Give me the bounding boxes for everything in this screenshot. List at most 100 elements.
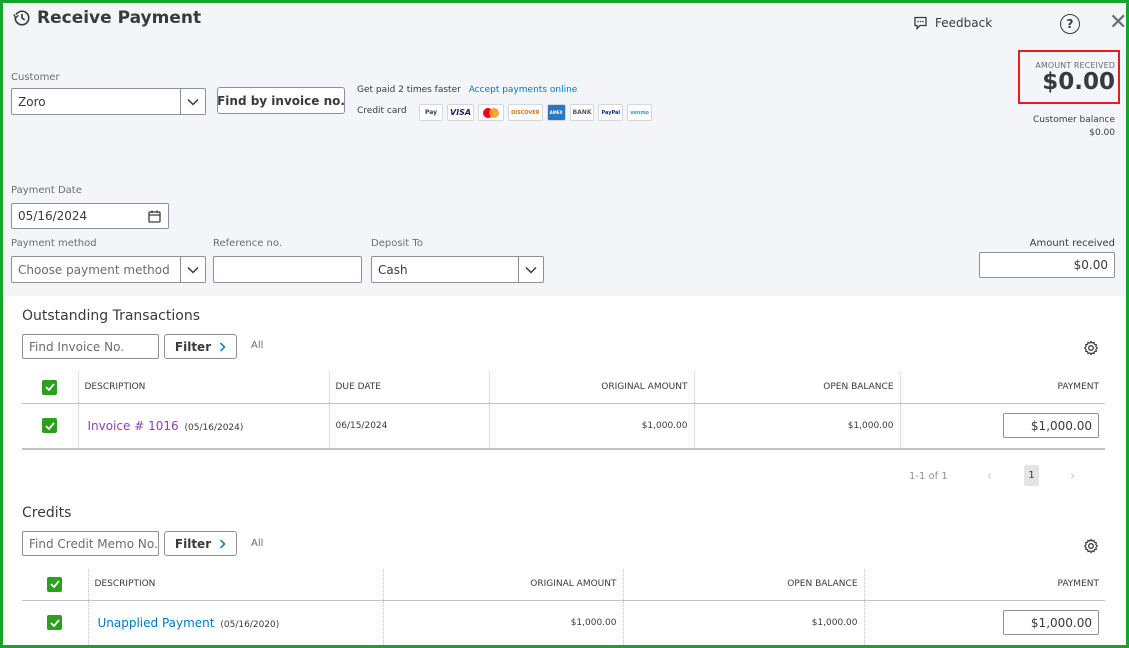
credits-filter-button[interactable]: Filter [164, 531, 237, 556]
outstanding-header-row: DESCRIPTION DUE DATE ORIGINAL AMOUNT OPE… [22, 372, 1105, 404]
pager-page-button[interactable]: 1 [1024, 465, 1039, 486]
help-icon[interactable]: ? [1060, 14, 1080, 34]
credits-select-all-checkbox[interactable] [47, 576, 63, 592]
credit-card-label: Credit card [357, 106, 407, 116]
col-description[interactable]: DESCRIPTION [78, 372, 330, 404]
description-cell: Invoice # 1016 (05/16/2024) [78, 403, 330, 450]
credit-row-select-cell [22, 600, 89, 645]
amount-received-summary: AMOUNT RECEIVED $0.00 [1018, 50, 1120, 104]
bank-icon: BANK [569, 104, 595, 121]
pager-range: 1-1 of 1 [909, 471, 948, 482]
credits-col-description[interactable]: DESCRIPTION [88, 569, 384, 601]
amex-icon: AMEX [546, 104, 566, 121]
find-invoice-placeholder: Find Invoice No. [29, 339, 125, 354]
accept-payments-link[interactable]: Accept payments online [469, 85, 578, 95]
find-invoice-input[interactable]: Find Invoice No. [22, 334, 159, 359]
open-balance-cell: $1,000.00 [694, 403, 901, 450]
payment-input[interactable]: $1,000.00 [1003, 413, 1099, 439]
amount-received-input-value: $0.00 [1073, 258, 1108, 272]
customer-value: Zoro [18, 94, 46, 109]
credits-table: DESCRIPTION ORIGINAL AMOUNT OPEN BALANCE… [22, 569, 1105, 645]
col-original-amount[interactable]: ORIGINAL AMOUNT [489, 372, 695, 404]
visa-icon: VISA [447, 104, 475, 121]
row-checkbox[interactable] [42, 418, 58, 434]
payment-cell: $1,000.00 [900, 403, 1105, 450]
table-row: Invoice # 1016 (05/16/2024) 06/15/2024 $… [22, 403, 1105, 450]
feedback-label: Feedback [935, 16, 993, 30]
payment-date-label: Payment Date [11, 185, 82, 196]
amount-received-value: $0.00 [1042, 69, 1115, 95]
credits-title: Credits [22, 505, 72, 521]
credits-col-open-balance[interactable]: OPEN BALANCE [623, 569, 865, 601]
credit-payment-input[interactable]: $1,000.00 [1003, 610, 1099, 636]
invoice-date: (05/16/2024) [184, 422, 244, 433]
row-select-cell [22, 403, 79, 450]
gear-icon[interactable] [1083, 538, 1099, 554]
unapplied-payment-link[interactable]: Unapplied Payment [98, 616, 215, 630]
mastercard-icon [478, 104, 505, 121]
close-icon[interactable]: ✕ [1109, 12, 1126, 34]
deposit-to-label: Deposit To [371, 238, 423, 249]
payment-method-select[interactable]: Choose payment method [11, 256, 206, 283]
credit-description-cell: Unapplied Payment (05/16/2020) [88, 600, 384, 645]
chevron-down-icon[interactable] [180, 257, 205, 282]
reference-input[interactable] [213, 256, 362, 283]
payment-logos: Pay VISA DISCOVER AMEX BANK PayPal venmo [419, 104, 652, 121]
payment-date-field[interactable]: 05/16/2024 [11, 203, 169, 229]
credit-payment-cell: $1,000.00 [864, 600, 1105, 645]
due-date-cell: 06/15/2024 [329, 403, 490, 450]
invoice-link[interactable]: Invoice # 1016 [88, 419, 179, 433]
col-open-balance[interactable]: OPEN BALANCE [694, 372, 901, 404]
gear-icon[interactable] [1083, 340, 1099, 356]
amount-received-input[interactable]: $0.00 [979, 252, 1115, 278]
credit-date: (05/16/2020) [220, 619, 280, 630]
page-title: Receive Payment [13, 8, 201, 28]
find-by-invoice-button[interactable]: Find by invoice no. [217, 87, 345, 114]
payment-date-value: 05/16/2024 [18, 209, 88, 223]
filter-label: Filter [174, 339, 212, 354]
chevron-right-icon [220, 341, 226, 352]
col-due-date[interactable]: DUE DATE [329, 372, 490, 404]
calendar-icon[interactable] [148, 210, 161, 223]
find-credit-memo-placeholder: Find Credit Memo No. [29, 536, 158, 551]
credits-col-payment[interactable]: PAYMENT [864, 569, 1105, 601]
customer-balance-label: Customer balance [1032, 115, 1115, 125]
credits-col-original-amount[interactable]: ORIGINAL AMOUNT [383, 569, 624, 601]
filter-button[interactable]: Filter [164, 334, 237, 359]
get-paid-text: Get paid 2 times faster [357, 85, 461, 95]
feedback-icon [914, 16, 927, 30]
credit-row-checkbox[interactable] [47, 615, 63, 631]
col-payment[interactable]: PAYMENT [900, 372, 1105, 404]
deposit-to-select[interactable]: Cash [371, 256, 544, 283]
chevron-down-icon[interactable] [180, 89, 205, 114]
pager-prev-icon[interactable]: ‹ [987, 469, 992, 484]
select-all-checkbox[interactable] [42, 379, 58, 395]
outstanding-table: DESCRIPTION DUE DATE ORIGINAL AMOUNT OPE… [22, 372, 1105, 450]
credits-header-row: DESCRIPTION ORIGINAL AMOUNT OPEN BALANCE… [22, 569, 1105, 601]
chevron-right-icon [220, 538, 226, 549]
filter-value: All [251, 340, 264, 351]
get-paid-promo: Get paid 2 times faster Accept payments … [357, 85, 577, 95]
chevron-down-icon[interactable] [518, 257, 543, 282]
customer-select[interactable]: Zoro [11, 88, 206, 115]
history-icon[interactable] [13, 9, 31, 27]
header-panel [3, 3, 1126, 296]
page-title-text: Receive Payment [37, 8, 202, 28]
paypal-icon: PayPal [598, 104, 624, 121]
amount-received-field-label: Amount received [1029, 238, 1115, 249]
apple-pay-icon: Pay [419, 104, 443, 121]
pager-next-icon[interactable]: › [1070, 469, 1075, 484]
customer-label: Customer [11, 72, 60, 83]
venmo-icon: venmo [627, 104, 652, 121]
payment-method-placeholder: Choose payment method [18, 262, 170, 277]
window-frame: Receive Payment Feedback ? ✕ AMOUNT RECE… [0, 0, 1129, 648]
discover-icon: DISCOVER [508, 104, 543, 121]
select-all-cell [22, 372, 79, 404]
deposit-to-value: Cash [378, 262, 408, 277]
find-credit-memo-input[interactable]: Find Credit Memo No. [22, 531, 159, 556]
credits-select-all-cell [22, 569, 89, 601]
reference-label: Reference no. [213, 238, 282, 249]
feedback-button[interactable]: Feedback [913, 16, 992, 30]
credits-filter-label: Filter [174, 536, 212, 551]
customer-balance-value: $0.00 [1089, 128, 1115, 138]
